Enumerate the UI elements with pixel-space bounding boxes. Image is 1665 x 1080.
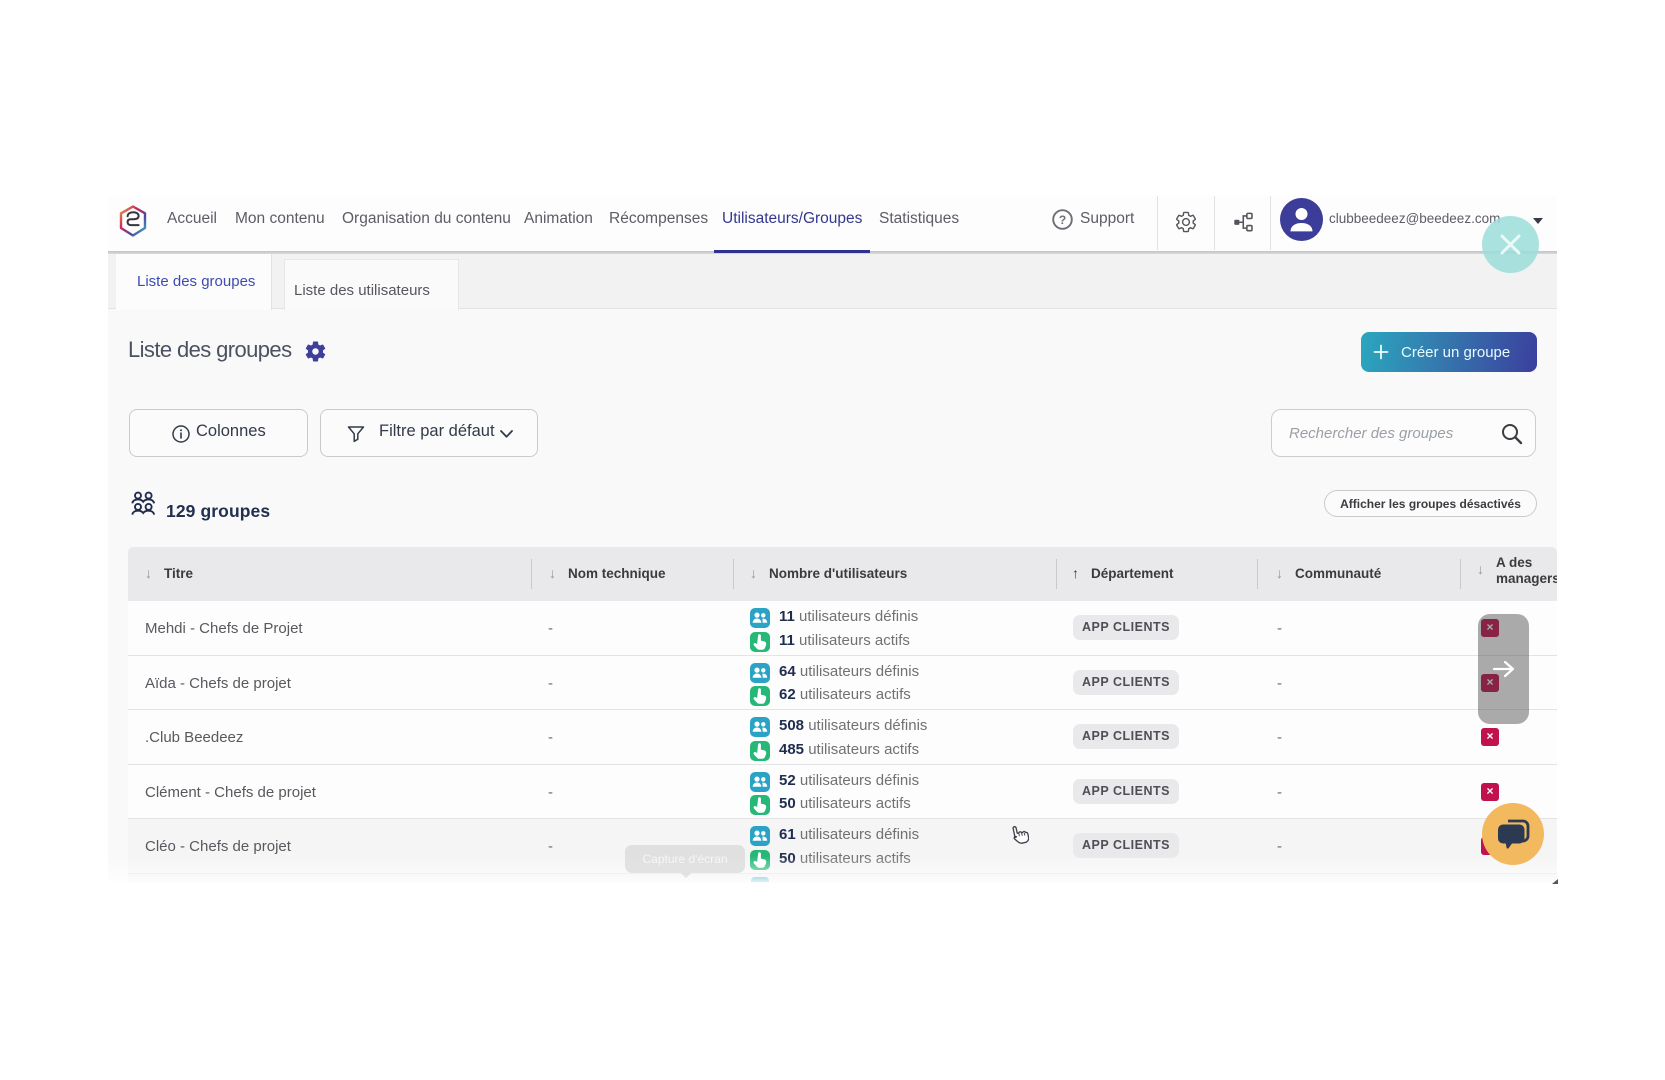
- svg-text:?: ?: [1059, 213, 1066, 227]
